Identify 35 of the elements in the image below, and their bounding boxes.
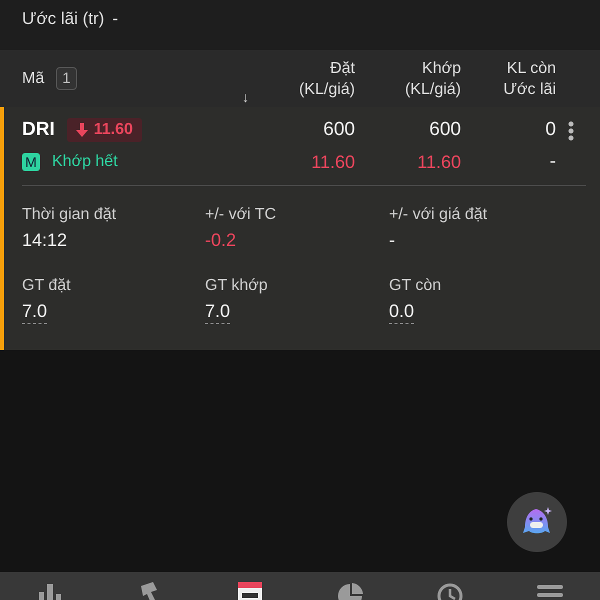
summary-value: - (112, 9, 118, 29)
order-quantity: 600 (322, 118, 355, 142)
detail-value: - (389, 230, 395, 251)
detail-value: 7.0 (22, 301, 48, 324)
column-header: Mã (22, 70, 44, 88)
detail-label: +/- với giá đặt (389, 206, 488, 224)
order-type-badge: M (22, 153, 40, 171)
column-header: Ước lãi (502, 80, 556, 100)
stock-symbol: DRI (22, 119, 55, 141)
detail-label: +/- với TC (205, 206, 276, 224)
order-price: 11.60 (310, 151, 355, 174)
down-arrow-icon (76, 123, 88, 137)
estimated-profit: - (548, 150, 556, 174)
more-icon[interactable] (568, 121, 574, 141)
column-header: Đặt (329, 58, 355, 78)
column-header: (KL/giá) (404, 80, 461, 100)
detail-label: GT đặt (22, 277, 71, 295)
detail-value: 14:12 (22, 230, 68, 251)
detail-value: 0.0 (389, 301, 414, 324)
detail-value: 7.0 (205, 301, 230, 324)
detail-label: Thời gian đặt (22, 206, 116, 224)
column-header: (KL/giá) (298, 80, 355, 100)
remaining-quantity: 0 (544, 118, 556, 142)
matched-price: 11.60 (416, 151, 461, 174)
count-badge: 1 (56, 67, 77, 90)
detail-label: GT khớp (205, 277, 268, 295)
price-badge: 11.60 (66, 118, 142, 142)
order-status: Khớp hết (52, 153, 118, 171)
column-header: KL còn (506, 58, 556, 78)
detail-label: GT còn (389, 277, 442, 295)
matched-quantity: 600 (428, 118, 461, 142)
summary-label: Ước lãi (tr) (22, 9, 104, 29)
column-header: Khớp (421, 58, 461, 78)
detail-value: -0.2 (205, 230, 236, 251)
sort-arrow[interactable]: ↓ (242, 89, 249, 105)
